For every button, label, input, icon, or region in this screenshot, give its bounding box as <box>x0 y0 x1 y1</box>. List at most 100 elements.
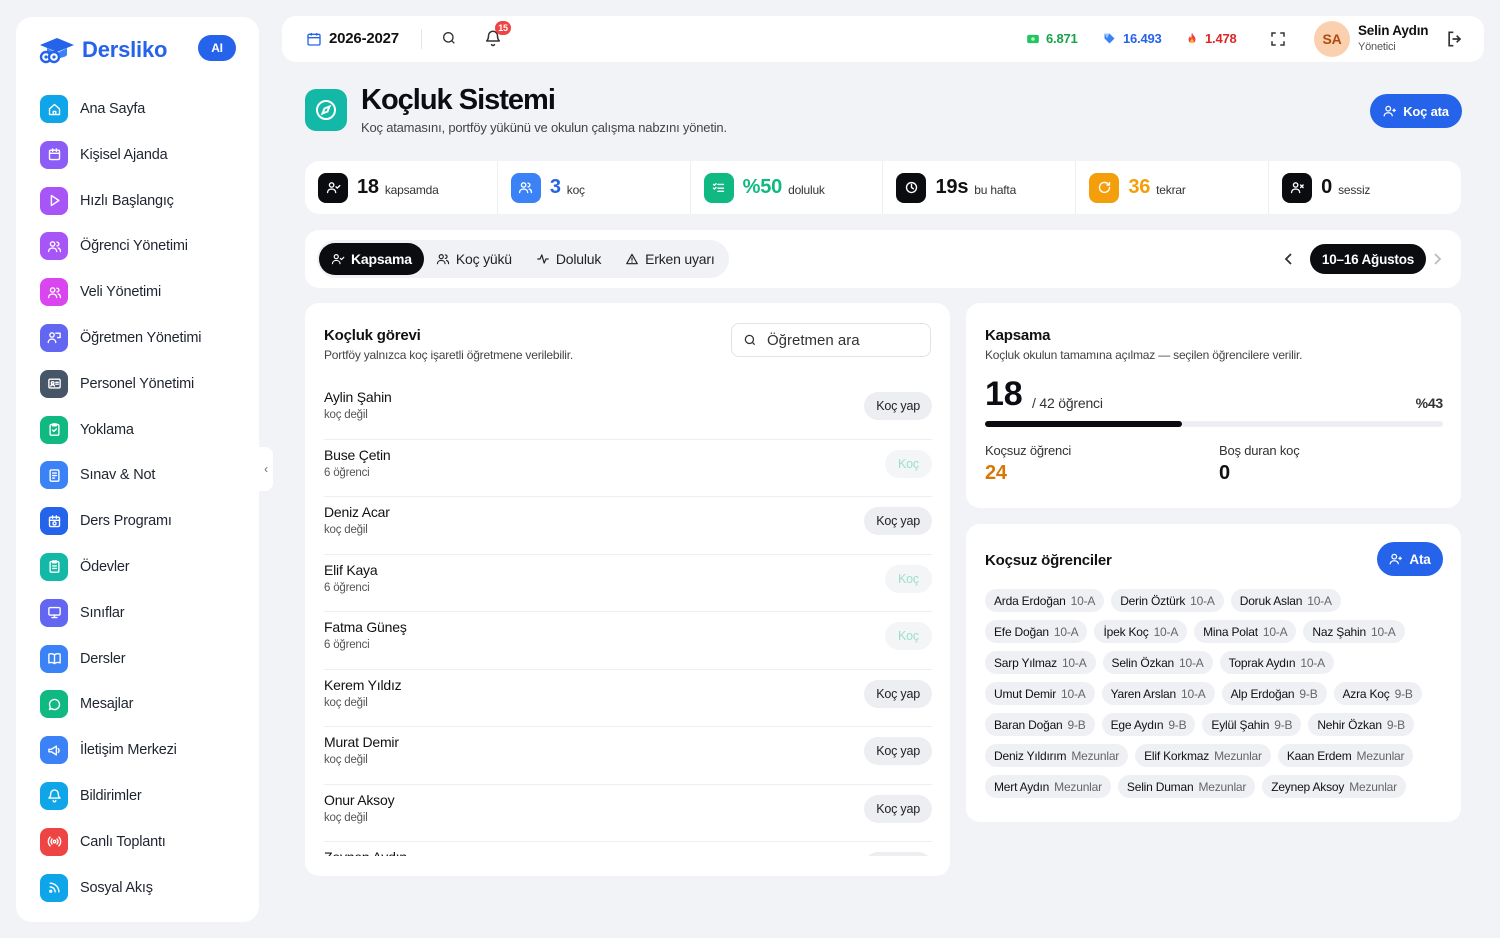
student-chip[interactable]: Mina Polat 10-A <box>1194 620 1297 643</box>
student-chip[interactable]: Eylül Şahin 9-B <box>1202 713 1302 736</box>
sidebar-item-2[interactable]: Hızlı Başlangıç <box>40 186 250 215</box>
teacher-name: Deniz Acar <box>324 504 390 520</box>
student-name: İpek Koç <box>1103 624 1149 639</box>
student-chip[interactable]: Zeynep Aksoy Mezunlar <box>1262 775 1406 798</box>
sidebar-item-label: İletişim Merkezi <box>80 742 177 759</box>
coverage-percent: %43 <box>1415 395 1444 411</box>
sidebar-item-10[interactable]: Ödevler <box>40 552 250 581</box>
make-coach-button[interactable]: Koç yap <box>864 392 932 420</box>
student-chip[interactable]: Umut Demir 10-A <box>985 682 1095 705</box>
sidebar: Dersliko AI Ana Sayfa Kişisel Ajanda Hızlı… <box>16 17 259 922</box>
student-chip[interactable]: Toprak Aydın 10-A <box>1219 651 1334 674</box>
student-chip[interactable]: Deniz Yıldırım Mezunlar <box>985 744 1129 767</box>
previous-week-button[interactable] <box>1283 252 1295 266</box>
assign-coach-button[interactable]: Koç ata <box>1370 94 1462 128</box>
sidebar-item-16[interactable]: Canlı Toplantı <box>40 827 250 856</box>
sidebar-collapse-button[interactable]: ‹ <box>259 447 273 491</box>
academic-year-selector[interactable]: 2026-2027 <box>306 30 399 47</box>
student-chip[interactable]: Mert Aydın Mezunlar <box>985 775 1111 798</box>
tab-1[interactable]: Koç yükü <box>424 243 524 275</box>
student-name: Nehir Özkan <box>1317 717 1382 732</box>
user-avatar[interactable]: SA <box>1314 21 1350 57</box>
sidebar-item-17[interactable]: Sosyal Akış <box>40 873 250 902</box>
student-class: 10-A <box>1061 655 1087 670</box>
student-class: 10-A <box>1181 686 1206 701</box>
users-icon <box>436 252 450 266</box>
fullscreen-icon[interactable] <box>1269 30 1287 48</box>
student-chip[interactable]: Nehir Özkan 9-B <box>1308 713 1414 736</box>
student-chip[interactable]: Elif Korkmaz Mezunlar <box>1135 744 1271 767</box>
student-chip[interactable]: Ege Aydın 9-B <box>1101 713 1196 736</box>
red-points-counter: 1.478 <box>1185 31 1237 46</box>
logout-icon[interactable] <box>1445 29 1465 49</box>
student-chip[interactable]: Selin Özkan 10-A <box>1102 651 1213 674</box>
make-coach-button[interactable]: Koç yap <box>864 737 932 765</box>
sidebar-item-11[interactable]: Sınıflar <box>40 598 250 627</box>
stat-4: 36 tekrar <box>1076 161 1270 214</box>
users-icon <box>510 172 541 203</box>
tab-label: Erken uyarı <box>645 251 715 267</box>
clipboard-icon <box>40 552 68 581</box>
teacher-search-input[interactable] <box>767 331 917 349</box>
make-coach-button[interactable]: Koç yap <box>864 794 932 823</box>
sidebar-item-4[interactable]: Veli Yönetimi <box>40 278 250 307</box>
notification-count-badge: 15 <box>495 21 511 35</box>
student-chip[interactable]: Derin Öztürk 10-A <box>1111 589 1224 612</box>
week-range[interactable]: 10–16 Ağustos <box>1310 244 1426 274</box>
brand-logo[interactable]: Dersliko <box>38 35 167 65</box>
blue-points-value: 16.493 <box>1123 31 1162 46</box>
coach-badge: Koç <box>885 449 932 478</box>
table-row: Elif Kaya 6 öğrenci Koç <box>324 555 932 612</box>
sidebar-item-15[interactable]: Bildirimler <box>40 781 250 810</box>
teacher-name: Buse Çetin <box>324 446 391 463</box>
search-icon[interactable] <box>441 30 457 46</box>
student-chip[interactable]: Yaren Arslan 10-A <box>1101 682 1215 705</box>
page-subtitle: Koç atamasını, portföy yükünü ve okulun … <box>361 120 727 135</box>
ai-badge[interactable]: AI <box>198 35 236 61</box>
student-chip[interactable]: Arda Erdoğan 10-A <box>985 589 1105 612</box>
page-title: Koçluk Sistemi <box>361 84 556 116</box>
student-chip[interactable]: Doruk Aslan 10-A <box>1230 589 1341 612</box>
student-class: 10-A <box>1179 655 1204 670</box>
student-chip[interactable]: Naz Şahin 10-A <box>1303 620 1405 643</box>
teacher-search[interactable] <box>731 323 931 357</box>
make-coach-button[interactable]: Koç yap <box>864 679 932 708</box>
red-points-value: 1.478 <box>1205 31 1237 46</box>
book-icon <box>40 644 68 673</box>
assign-button[interactable]: Ata <box>1377 542 1443 576</box>
notifications-button[interactable]: 15 <box>484 21 511 47</box>
coverage-card: Kapsama Koçluk okulun tamamına açılmaz —… <box>966 303 1461 508</box>
sidebar-item-9[interactable]: Ders Programı <box>40 507 250 536</box>
student-chip[interactable]: Efe Doğan 10-A <box>985 620 1088 643</box>
sidebar-item-6[interactable]: Personel Yönetimi <box>40 369 250 398</box>
student-chip[interactable]: Kaan Erdem Mezunlar <box>1277 744 1414 767</box>
sidebar-item-0[interactable]: Ana Sayfa <box>40 95 250 123</box>
table-row: Deniz Acar koç değil Koç yap <box>324 497 932 555</box>
tab-3[interactable]: Erken uyarı <box>613 243 726 275</box>
student-chip[interactable]: Alp Erdoğan 9-B <box>1221 682 1327 705</box>
teacher-name: Fatma Güneş <box>324 619 407 635</box>
student-chip[interactable]: İpek Koç 10-A <box>1094 620 1188 643</box>
tab-0[interactable]: Kapsama <box>319 243 424 275</box>
sidebar-item-1[interactable]: Kişisel Ajanda <box>40 140 250 169</box>
next-week-button[interactable] <box>1431 252 1443 266</box>
teacher-status: koç değil <box>324 754 368 766</box>
sidebar-item-3[interactable]: Öğrenci Yönetimi <box>40 232 250 261</box>
student-chip[interactable]: Azra Koç 9-B <box>1333 682 1422 705</box>
stat-label: sessiz <box>1338 183 1371 197</box>
make-coach-button[interactable]: Koç yap <box>864 852 932 856</box>
sidebar-item-5[interactable]: Öğretmen Yönetimi <box>40 323 250 352</box>
green-points-counter: 6.871 <box>1026 31 1078 46</box>
sidebar-item-8[interactable]: Sınav & Not <box>40 461 250 490</box>
student-chip[interactable]: Selin Duman Mezunlar <box>1117 775 1256 798</box>
sidebar-item-13[interactable]: Mesajlar <box>40 690 250 719</box>
student-name: Yaren Arslan <box>1110 686 1177 701</box>
tab-2[interactable]: Doluluk <box>524 243 613 275</box>
student-chip[interactable]: Sarp Yılmaz 10-A <box>985 651 1096 674</box>
make-coach-button[interactable]: Koç yap <box>864 507 932 535</box>
sidebar-item-7[interactable]: Yoklama <box>40 415 250 444</box>
student-chip[interactable]: Baran Doğan 9-B <box>985 713 1095 736</box>
sidebar-item-12[interactable]: Dersler <box>40 644 250 673</box>
teacher-name: Kerem Yıldız <box>324 676 402 693</box>
sidebar-item-14[interactable]: İletişim Merkezi <box>40 736 250 765</box>
